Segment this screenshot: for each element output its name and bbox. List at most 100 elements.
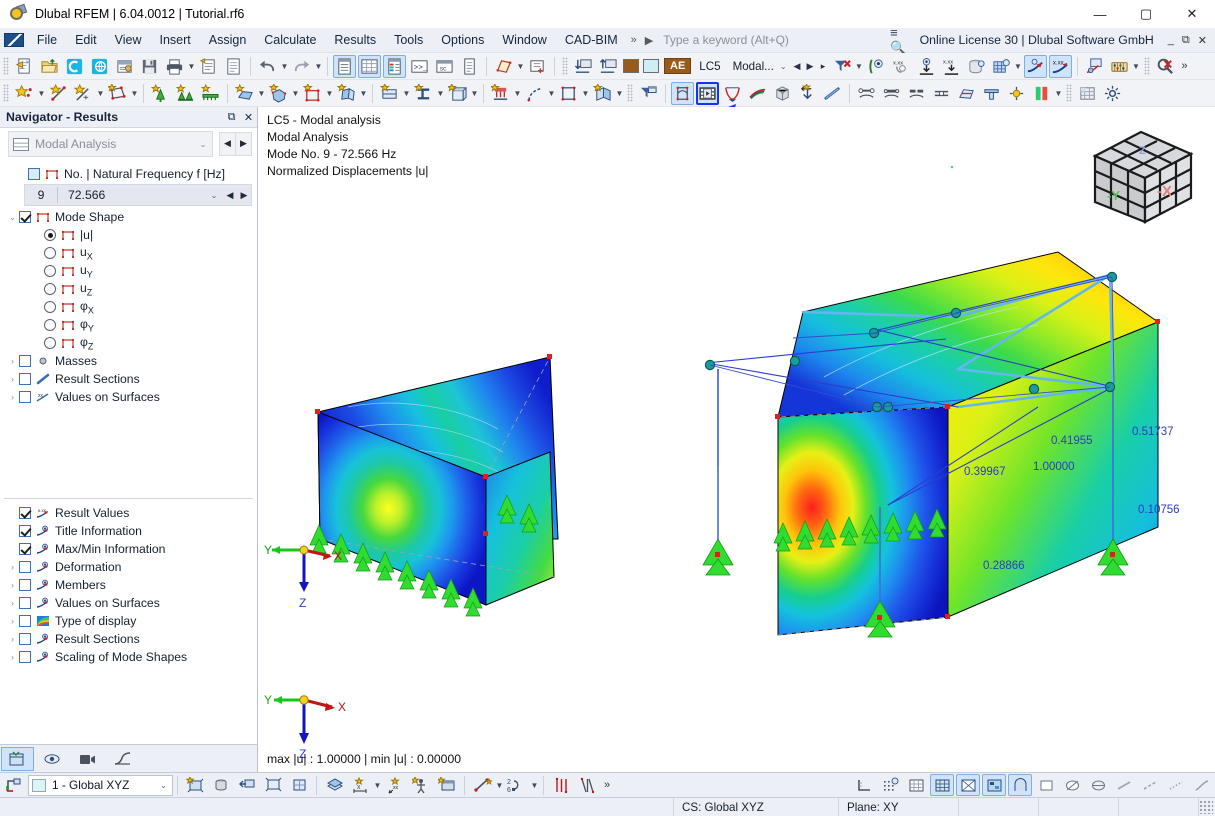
menu-view[interactable]: View: [106, 30, 151, 50]
grid-results-button[interactable]: [990, 55, 1013, 78]
dotted-line-button[interactable]: [1164, 774, 1188, 796]
menu-window[interactable]: Window: [493, 30, 555, 50]
transparent-button[interactable]: [1008, 774, 1032, 796]
chevron-down-icon[interactable]: ⌄: [6, 212, 19, 223]
new-cs-button[interactable]: [183, 774, 207, 796]
frequency-selector-row[interactable]: 9 72.566 ⌄ ◀ ▶: [24, 184, 252, 206]
nav-values-on-surfaces-1[interactable]: › xx Values on Surfaces: [0, 388, 257, 406]
mode-shape-phiz[interactable]: φZ: [0, 334, 257, 352]
clear-results-button[interactable]: [1154, 55, 1177, 78]
values-surfaces-checkbox-2[interactable]: [19, 597, 31, 609]
support-point-button[interactable]: [1005, 82, 1028, 105]
menu-assign[interactable]: Assign: [200, 30, 256, 50]
solid-view-button[interactable]: [771, 82, 794, 105]
chevron-down-icon[interactable]: ⌄: [205, 191, 223, 200]
calculation-button[interactable]: [1108, 55, 1131, 78]
solid-render-button[interactable]: [982, 774, 1006, 796]
thickness-dropdown-caret[interactable]: ▼: [402, 82, 411, 105]
print-button[interactable]: [163, 55, 186, 78]
delete-cs-button[interactable]: [209, 774, 233, 796]
title-info-checkbox[interactable]: [19, 525, 31, 537]
render-results-button[interactable]: [865, 55, 888, 78]
radio-phiz[interactable]: [44, 337, 56, 349]
result-values-checkbox[interactable]: [19, 507, 31, 519]
mode-shape-uy[interactable]: uY: [0, 262, 257, 280]
maxmin-checkbox[interactable]: [19, 543, 31, 555]
undo-dropdown-caret[interactable]: ▼: [280, 55, 289, 78]
new-model-button[interactable]: [13, 55, 36, 78]
deformation-display-button[interactable]: [1023, 54, 1047, 78]
section-line-button[interactable]: [1112, 774, 1136, 796]
result-sections-checkbox-2[interactable]: [19, 633, 31, 645]
navigator-display-button[interactable]: [36, 747, 69, 771]
settings-button[interactable]: [1101, 82, 1124, 105]
new-imperfection-button[interactable]: [523, 82, 546, 105]
snap-x-dropdown-caret[interactable]: ▼: [373, 774, 382, 797]
bottom-toolbar-overflow-button[interactable]: »: [600, 779, 614, 791]
script-button[interactable]: SC: [433, 55, 456, 78]
masses-checkbox[interactable]: [19, 355, 31, 367]
chevron-right-icon[interactable]: ›: [6, 562, 19, 572]
dashed-line-button[interactable]: [1138, 774, 1162, 796]
chevron-right-icon[interactable]: ›: [6, 374, 19, 384]
chevron-down-icon[interactable]: ⌄: [155, 781, 172, 790]
grid-26-dropdown-caret[interactable]: ▼: [530, 774, 539, 797]
mode-shape-ux[interactable]: uX: [0, 244, 257, 262]
grid-results-dropdown-caret[interactable]: ▼: [1014, 55, 1023, 78]
mode-shape-uz[interactable]: uZ: [0, 280, 257, 298]
export-lc-button[interactable]: [597, 55, 620, 78]
filter-window-button[interactable]: [637, 82, 660, 105]
color-legend-button[interactable]: [1030, 82, 1053, 105]
nav-frequency-header-row[interactable]: No. | Natural Frequency f [Hz]: [0, 165, 257, 183]
frame-wizard-dropdown-caret[interactable]: ▼: [615, 82, 624, 105]
toolbar-grip[interactable]: [3, 84, 9, 102]
save-button[interactable]: [138, 55, 161, 78]
toolbar-grip[interactable]: [627, 84, 633, 102]
chevron-right-icon[interactable]: ›: [6, 652, 19, 662]
load-case-type-combo[interactable]: Modal... ⌄: [725, 56, 791, 76]
members-checkbox[interactable]: [19, 579, 31, 591]
coordinate-system-icon[interactable]: [1, 774, 25, 796]
surface-edit-button[interactable]: [492, 55, 515, 78]
mode-shape-phiy[interactable]: φY: [0, 316, 257, 334]
grid-display-button[interactable]: [878, 774, 902, 796]
load-case-next-button[interactable]: ▶: [804, 56, 817, 77]
navigator-results-button[interactable]: [106, 747, 139, 771]
radio-ux[interactable]: [44, 247, 56, 259]
mode-shape-checkbox[interactable]: [19, 211, 31, 223]
member-divide-button[interactable]: [905, 82, 928, 105]
menu-edit[interactable]: Edit: [66, 30, 106, 50]
mdi-minimize-button[interactable]: _: [1168, 34, 1174, 47]
snap-x-button[interactable]: X: [348, 774, 372, 796]
analysis-next-button[interactable]: ▶: [235, 131, 252, 156]
viewport-3d[interactable]: LC5 - Modal analysis Modal Analysis Mode…: [258, 107, 1215, 772]
no-fill-button[interactable]: [1060, 774, 1084, 796]
nav-deformation[interactable]: › Deformation: [0, 558, 257, 576]
freehand-button[interactable]: [1190, 774, 1214, 796]
webservice-button[interactable]: [88, 55, 111, 78]
plain-box-button[interactable]: [1034, 774, 1058, 796]
chevron-right-icon[interactable]: ›: [6, 392, 19, 402]
scaling-checkbox[interactable]: [19, 651, 31, 663]
chevron-right-icon[interactable]: ›: [6, 598, 19, 608]
new-opening-button[interactable]: [301, 82, 324, 105]
nav-maxmin-information[interactable]: Max/Min Information: [0, 540, 257, 558]
redo-button[interactable]: [290, 55, 313, 78]
result-diagram-curve-button[interactable]: [721, 82, 744, 105]
document-button[interactable]: [222, 55, 245, 78]
navigator-data-button[interactable]: [1, 747, 34, 771]
navigation-cube[interactable]: -Y -X Z: [1083, 124, 1203, 232]
menu-results[interactable]: Results: [325, 30, 385, 50]
new-thickness-button[interactable]: [378, 82, 401, 105]
wireframe-button[interactable]: [956, 774, 980, 796]
ortho-button[interactable]: [549, 774, 573, 796]
filter-dropdown-caret[interactable]: ▼: [855, 55, 864, 78]
cs-rotate-button[interactable]: [287, 774, 311, 796]
object-snap-button[interactable]: [904, 774, 928, 796]
member-eccentricity-button[interactable]: [880, 82, 903, 105]
menu-insert[interactable]: Insert: [150, 30, 199, 50]
node-dropdown-caret[interactable]: ▼: [37, 82, 46, 105]
values-on-members-button[interactable]: x.xx: [940, 55, 963, 78]
new-load-button[interactable]: [489, 82, 512, 105]
mode-shape-u-abs[interactable]: |u|: [0, 226, 257, 244]
